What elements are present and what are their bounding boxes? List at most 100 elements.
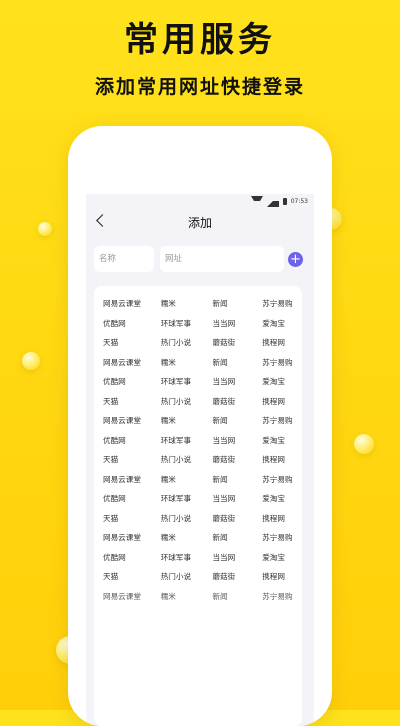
site-item[interactable]: 天猫 <box>94 396 161 407</box>
site-item[interactable]: 新闻 <box>212 357 262 368</box>
site-item[interactable]: 糯米 <box>161 474 213 485</box>
site-item[interactable]: 新闻 <box>212 474 262 485</box>
site-item[interactable]: 当当网 <box>212 493 262 504</box>
site-item[interactable]: 爱淘宝 <box>262 552 302 563</box>
site-item[interactable]: 苏宁易购 <box>262 474 302 485</box>
site-item[interactable]: 糯米 <box>161 591 213 602</box>
site-item[interactable]: 携程网 <box>262 454 302 465</box>
site-item[interactable]: 蘑菇街 <box>212 571 262 582</box>
site-item[interactable]: 糯米 <box>161 298 213 309</box>
site-row: 网易云课堂 糯米 新闻 苏宁易购 <box>94 411 302 431</box>
site-item[interactable]: 蘑菇街 <box>212 396 262 407</box>
site-item[interactable]: 携程网 <box>262 513 302 524</box>
site-item[interactable]: 网易云课堂 <box>94 415 161 426</box>
site-row: 优酷网 环球军事 当当网 爱淘宝 <box>94 431 302 451</box>
site-item[interactable]: 热门小说 <box>161 513 213 524</box>
site-item[interactable]: 苏宁易购 <box>262 415 302 426</box>
site-item[interactable]: 网易云课堂 <box>94 532 161 543</box>
decor-ball <box>354 434 374 454</box>
site-item[interactable]: 蘑菇街 <box>212 454 262 465</box>
site-grid: 网易云课堂 糯米 新闻 苏宁易购 优酷网 环球军事 当当网 爱淘宝 天猫 热门小说 蘑菇街 携程网 网易… <box>94 294 302 606</box>
site-item[interactable]: 蘑菇街 <box>212 337 262 348</box>
site-item[interactable]: 环球军事 <box>161 552 213 563</box>
site-item[interactable]: 天猫 <box>94 337 161 348</box>
status-time: 07:53 <box>290 197 308 205</box>
decor-ball <box>22 352 40 370</box>
site-item[interactable]: 苏宁易购 <box>262 357 302 368</box>
site-item[interactable]: 携程网 <box>262 571 302 582</box>
add-button[interactable]: + <box>288 252 303 267</box>
site-item[interactable]: 热门小说 <box>161 396 213 407</box>
site-item[interactable]: 天猫 <box>94 571 161 582</box>
promo-subtitle: 添加常用网址快捷登录 <box>94 76 305 98</box>
site-list-card: 网易云课堂 糯米 新闻 苏宁易购 优酷网 环球军事 当当网 爱淘宝 天猫 热门小说 蘑菇街 携程网 网易… <box>94 286 302 726</box>
decor-ball <box>38 222 52 236</box>
site-item[interactable]: 爱淘宝 <box>262 376 302 387</box>
site-item[interactable]: 携程网 <box>262 396 302 407</box>
site-row: 网易云课堂 糯米 新闻 苏宁易购 <box>94 353 302 373</box>
site-item[interactable]: 新闻 <box>212 591 262 602</box>
site-row: 优酷网 环球军事 当当网 爱淘宝 <box>94 314 302 334</box>
site-row: 网易云课堂 糯米 新闻 苏宁易购 <box>94 528 302 548</box>
app-screen: 07:53 添加 + 网易云课堂糯米新闻苏宁易购优酷网环球军事当当网爱淘宝天猫热… <box>86 194 314 726</box>
site-item[interactable]: 苏宁易购 <box>262 532 302 543</box>
signal-icon <box>266 195 279 207</box>
url-input[interactable] <box>160 246 284 272</box>
site-item[interactable]: 热门小说 <box>161 454 213 465</box>
site-row: 优酷网 环球军事 当当网 爱淘宝 <box>94 548 302 568</box>
site-row: 网易云课堂 糯米 新闻 苏宁易购 <box>94 470 302 490</box>
site-row: 优酷网 环球军事 当当网 爱淘宝 <box>94 489 302 509</box>
site-item[interactable]: 苏宁易购 <box>262 298 302 309</box>
site-item[interactable]: 优酷网 <box>94 552 161 563</box>
site-item[interactable]: 环球军事 <box>161 376 213 387</box>
nav-bar: 添加 <box>86 208 314 238</box>
site-item[interactable]: 糯米 <box>161 357 213 368</box>
site-item[interactable]: 新闻 <box>212 298 262 309</box>
wifi-icon <box>250 195 263 207</box>
site-item[interactable]: 网易云课堂 <box>94 298 161 309</box>
site-item[interactable]: 环球军事 <box>161 493 213 504</box>
site-item[interactable]: 热门小说 <box>161 571 213 582</box>
site-item[interactable]: 当当网 <box>212 552 262 563</box>
site-item[interactable]: 网易云课堂 <box>94 357 161 368</box>
name-input[interactable] <box>94 246 154 272</box>
site-item[interactable]: 爱淘宝 <box>262 318 302 329</box>
site-item[interactable]: 当当网 <box>212 318 262 329</box>
site-row: 天猫 热门小说 蘑菇街 携程网 <box>94 509 302 529</box>
site-item[interactable]: 环球军事 <box>161 318 213 329</box>
site-item[interactable]: 优酷网 <box>94 493 161 504</box>
site-item[interactable]: 新闻 <box>212 415 262 426</box>
page-title: 添加 <box>187 216 212 230</box>
site-item[interactable]: 网易云课堂 <box>94 474 161 485</box>
site-item[interactable]: 优酷网 <box>94 376 161 387</box>
site-item[interactable]: 糯米 <box>161 532 213 543</box>
site-item[interactable]: 新闻 <box>212 532 262 543</box>
site-item[interactable]: 网易云课堂 <box>94 591 161 602</box>
site-row: 天猫 热门小说 蘑菇街 携程网 <box>94 392 302 412</box>
site-item[interactable]: 蘑菇街 <box>212 513 262 524</box>
input-row: + <box>86 244 314 274</box>
site-item[interactable]: 天猫 <box>94 454 161 465</box>
site-row: 网易云课堂 糯米 新闻 苏宁易购 <box>94 294 302 314</box>
promo-title: 常用服务 <box>124 20 276 60</box>
site-item[interactable]: 天猫 <box>94 513 161 524</box>
site-item[interactable]: 当当网 <box>212 376 262 387</box>
site-item[interactable]: 爱淘宝 <box>262 435 302 446</box>
site-row: 天猫 热门小说 蘑菇街 携程网 <box>94 333 302 353</box>
site-row: 天猫 热门小说 蘑菇街 携程网 <box>94 567 302 587</box>
site-item[interactable]: 热门小说 <box>161 337 213 348</box>
site-item[interactable]: 爱淘宝 <box>262 493 302 504</box>
site-item[interactable]: 苏宁易购 <box>262 591 302 602</box>
site-item[interactable]: 当当网 <box>212 435 262 446</box>
status-bar: 07:53 <box>86 194 314 208</box>
site-item[interactable]: 环球军事 <box>161 435 213 446</box>
site-item[interactable]: 糯米 <box>161 415 213 426</box>
site-item[interactable]: 优酷网 <box>94 318 161 329</box>
site-item[interactable]: 携程网 <box>262 337 302 348</box>
battery-icon <box>282 197 287 205</box>
site-item[interactable]: 优酷网 <box>94 435 161 446</box>
site-row: 天猫 热门小说 蘑菇街 携程网 <box>94 450 302 470</box>
phone-mockup: 07:53 添加 + 网易云课堂糯米新闻苏宁易购优酷网环球军事当当网爱淘宝天猫热… <box>68 126 332 726</box>
site-row: 优酷网 环球军事 当当网 爱淘宝 <box>94 372 302 392</box>
site-row: 网易云课堂 糯米 新闻 苏宁易购 <box>94 587 302 607</box>
